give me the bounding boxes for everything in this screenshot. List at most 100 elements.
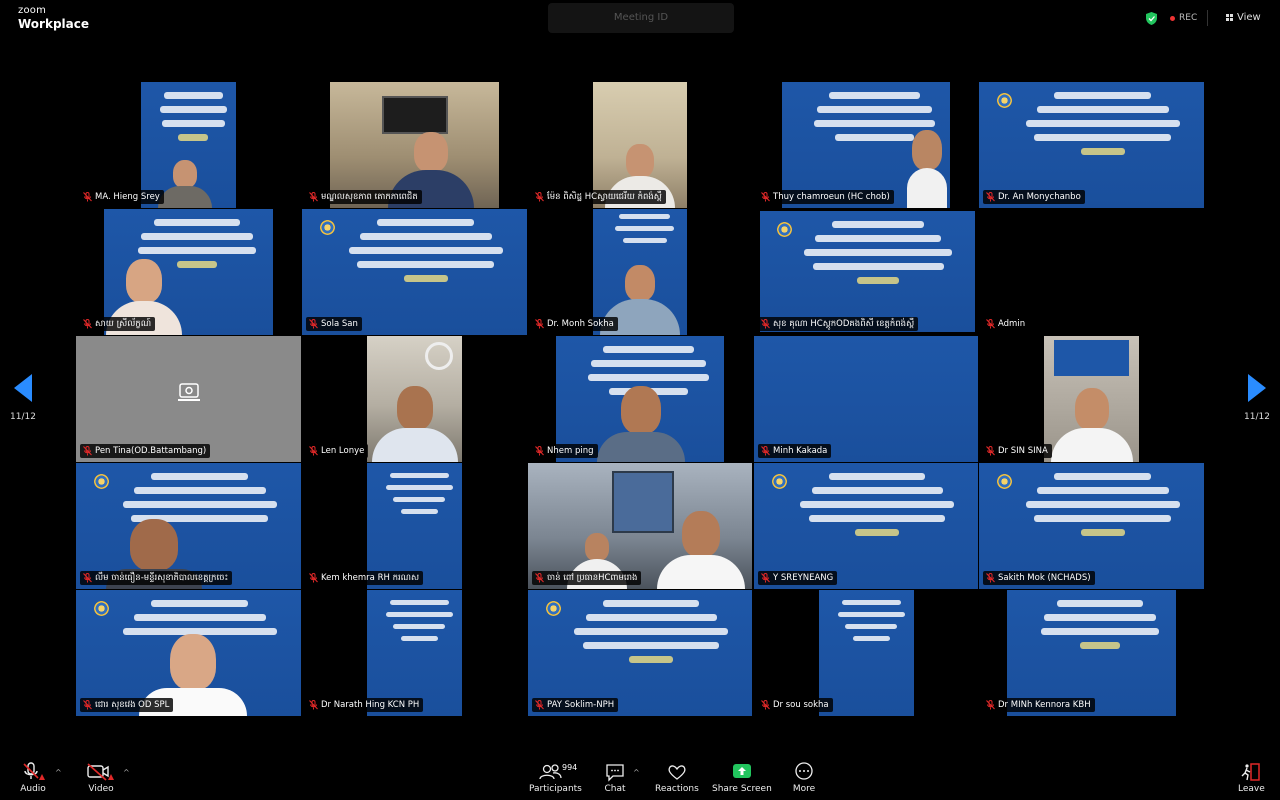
mic-muted-icon	[535, 573, 544, 583]
participant-name-label: Dr sou sokha	[758, 698, 833, 712]
leave-label: Leave	[1238, 784, 1265, 794]
participant-name-label: ចាន់ ពៅ ប្រធានHCពាមរោង	[532, 571, 642, 585]
participants-label: Participants	[529, 784, 582, 794]
participant-tile[interactable]	[819, 590, 914, 716]
reactions-button[interactable]: Reactions	[655, 762, 699, 794]
leave-button[interactable]: Leave	[1238, 762, 1265, 794]
participant-name-label: Minh Kakada	[758, 444, 832, 458]
ministry-seal-icon	[771, 474, 787, 490]
participant-video	[902, 130, 950, 208]
participant-tile[interactable]	[367, 336, 462, 462]
reactions-label: Reactions	[655, 784, 699, 794]
participant-name-label: PAY Soklim-NPH	[532, 698, 619, 712]
shared-slide	[794, 220, 962, 291]
mic-muted-icon	[761, 446, 770, 456]
shared-slide	[382, 473, 456, 521]
audio-button[interactable]: Audio	[20, 762, 46, 794]
chevron-up-icon[interactable]: ^	[123, 768, 130, 777]
more-label: More	[792, 784, 816, 794]
mic-muted-icon	[83, 192, 92, 202]
fan-icon	[425, 342, 453, 370]
participant-name-label: មណ្ឌលសុខភាព តោកភាពេជិត	[306, 190, 422, 204]
participant-name-label: ជោរ សុខវេង OD SPL	[80, 698, 174, 712]
participant-name-label: MA. Hieng Srey	[80, 190, 164, 204]
participant-name: MA. Hieng Srey	[95, 192, 160, 202]
shared-slide	[338, 219, 514, 289]
participant-name-label: Nhem ping	[532, 444, 598, 458]
shared-slide	[564, 600, 739, 670]
participant-name: លឹម ចាន់ធឿន-មន្ទីរសុខាភិបាលខេត្តក្រចេះ	[95, 573, 229, 583]
share-screen-button[interactable]: Share Screen	[712, 762, 772, 794]
participant-name-label: Dr. Monh Sokha	[532, 317, 618, 331]
participant-video	[656, 511, 746, 589]
mic-muted-icon	[309, 319, 318, 329]
mic-muted-icon	[986, 192, 995, 202]
chevron-up-icon[interactable]: ^	[633, 768, 640, 777]
share-screen-label: Share Screen	[712, 784, 772, 794]
shared-slide	[1015, 473, 1191, 543]
shared-slide	[1054, 340, 1129, 376]
participant-tile[interactable]	[1044, 336, 1139, 462]
participant-name: Y SREYNEANG	[773, 573, 834, 583]
audio-label: Audio	[20, 784, 46, 794]
more-button[interactable]: More	[792, 762, 816, 794]
meeting-toolbar: Audio ^ Video ^ Participants 994 Chat ^ …	[0, 758, 1280, 800]
participant-name-label: ម៉ែន ពិសិដ្ឋ HCស្វាយជេរីយ កំពង់ស្ពឺ	[532, 190, 666, 204]
ministry-seal-icon	[997, 474, 1012, 490]
video-button[interactable]: Video	[86, 762, 116, 794]
participant-name: Sakith Mok (NCHADS)	[998, 573, 1091, 583]
shared-slide	[834, 600, 908, 648]
heart-icon	[668, 765, 686, 780]
participant-name: Dr sou sokha	[773, 700, 829, 710]
tv-screen	[382, 96, 448, 134]
ministry-seal-icon	[777, 221, 793, 237]
more-icon	[795, 762, 813, 780]
shared-slide	[382, 600, 456, 648]
mic-muted-icon	[986, 446, 995, 456]
mic-muted-icon	[535, 192, 544, 202]
participant-video	[371, 386, 459, 462]
ministry-seal-icon	[94, 474, 109, 490]
participant-name: Len Lonye	[321, 446, 365, 456]
mic-muted-icon	[83, 446, 92, 456]
participant-name-label: លឹម ចាន់ធឿន-មន្ទីរសុខាភិបាលខេត្តក្រចេះ	[80, 571, 233, 585]
chevron-up-icon[interactable]: ^	[55, 768, 62, 777]
participant-name: Thuy chamroeun (HC chob)	[773, 192, 890, 202]
participant-video	[596, 386, 686, 462]
shared-slide	[1015, 92, 1191, 162]
participant-name: Kem khemra RH ករណស	[321, 573, 420, 583]
participant-name: ជោរ សុខវេង OD SPL	[95, 700, 170, 710]
chat-icon	[606, 764, 624, 782]
participant-name: Minh Kakada	[773, 446, 828, 456]
participant-name: សុខ គុណា HCស្តូកODគងពិសី ខេត្តកំពង់ស្ពឺ	[773, 319, 915, 329]
participants-count: 994	[562, 763, 578, 772]
video-label: Video	[88, 784, 114, 794]
participant-name: Nhem ping	[547, 446, 594, 456]
ministry-seal-icon	[545, 601, 561, 617]
mic-muted-icon	[535, 319, 544, 329]
participant-name-label: Thuy chamroeun (HC chob)	[758, 190, 894, 204]
participant-name-label: Sola San	[306, 317, 362, 331]
participant-name: PAY Soklim-NPH	[547, 700, 615, 710]
participant-name: Pen Tina(OD.Battambang)	[95, 446, 207, 456]
share-screen-icon	[732, 764, 751, 778]
mic-muted-icon	[535, 700, 544, 710]
participant-name-label: Dr SIN SINA	[983, 444, 1052, 458]
shared-slide	[608, 214, 681, 250]
ministry-seal-icon	[997, 93, 1012, 109]
participant-name-label: Dr MINh Kennora KBH	[983, 698, 1095, 712]
chat-button[interactable]: Chat	[604, 762, 626, 794]
participant-name: Sola San	[321, 319, 358, 329]
participant-name: មណ្ឌលសុខភាព តោកភាពេជិត	[321, 192, 418, 202]
mic-muted-icon	[83, 700, 92, 710]
mic-muted-icon	[535, 446, 544, 456]
participant-name-label: Dr. An Monychanbo	[983, 190, 1085, 204]
participant-name: Dr. Monh Sokha	[547, 319, 614, 329]
participant-name-label: Kem khemra RH ករណស	[306, 571, 424, 585]
mic-muted-icon	[83, 573, 92, 583]
mic-muted-icon	[761, 319, 770, 329]
mic-muted-icon	[309, 446, 318, 456]
mic-muted-icon	[986, 319, 995, 329]
participant-tile[interactable]	[760, 211, 975, 332]
chat-label: Chat	[604, 784, 626, 794]
